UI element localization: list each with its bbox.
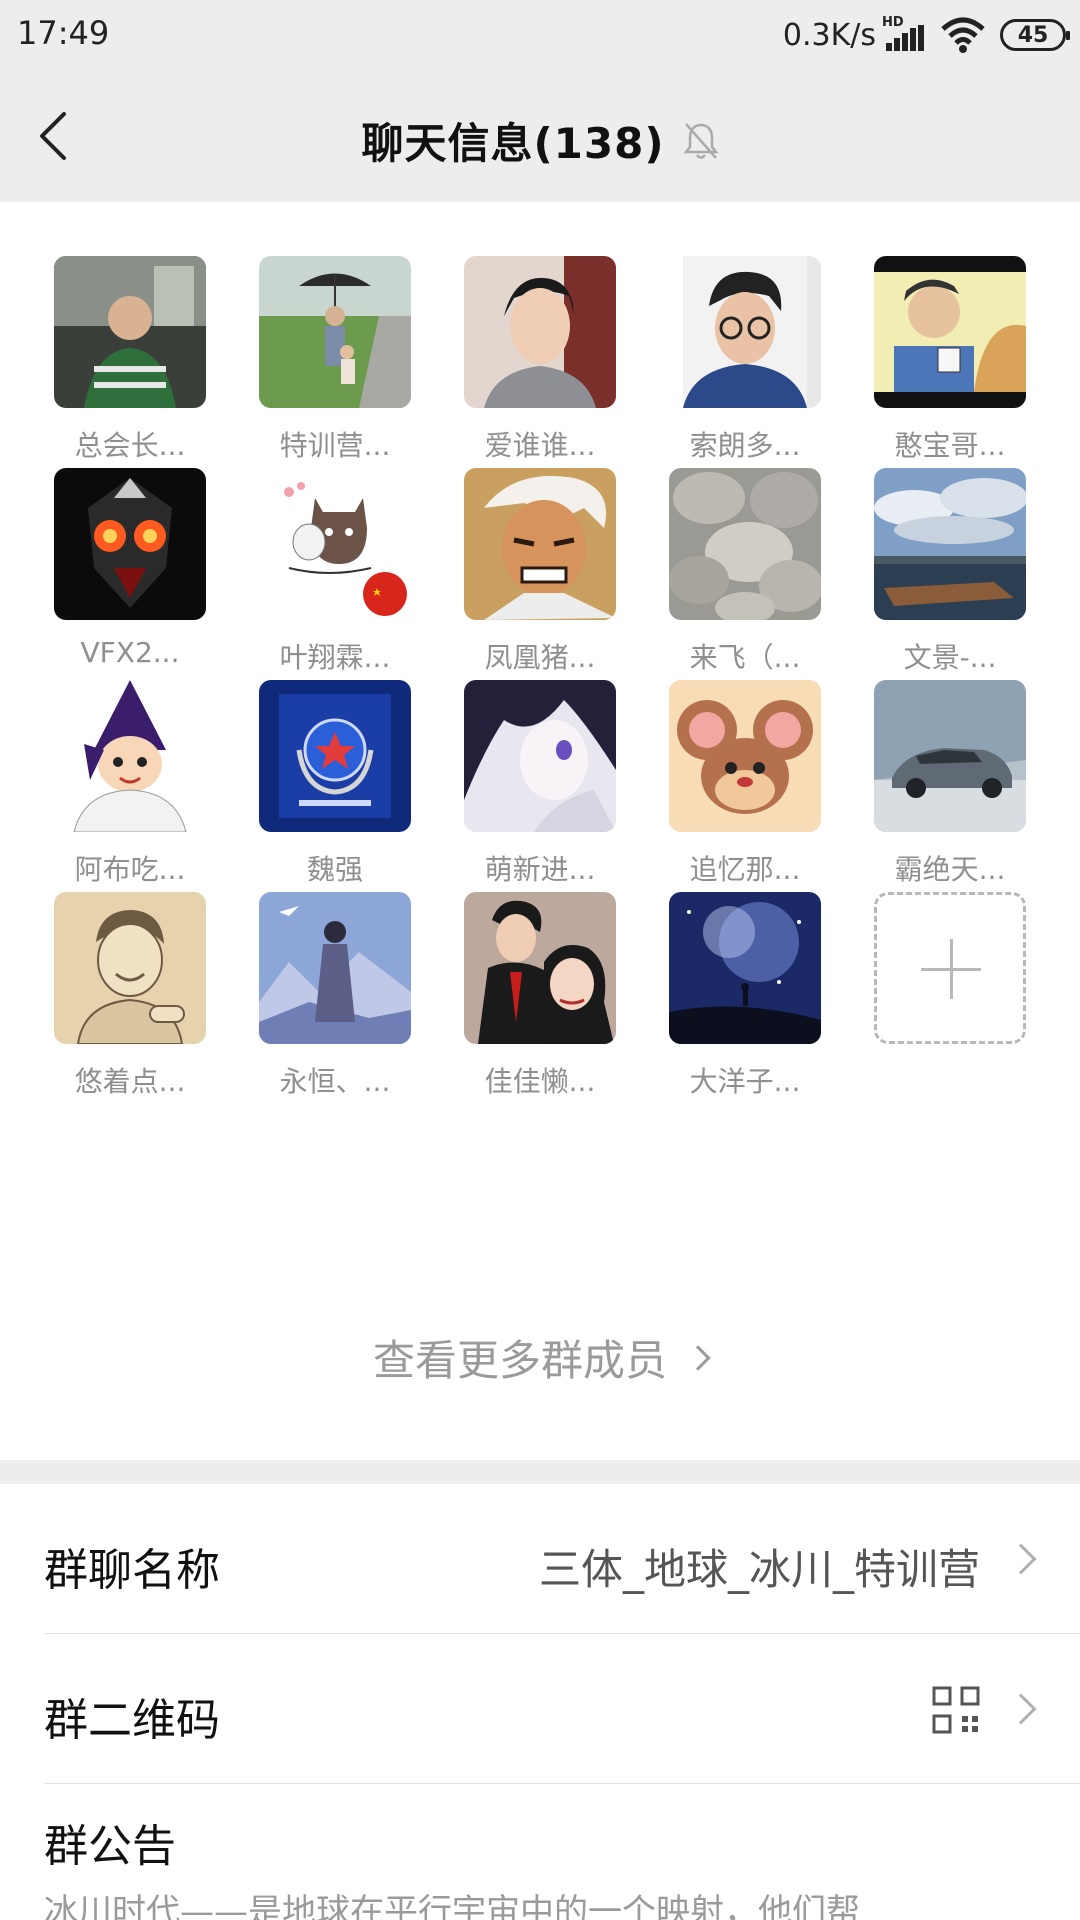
member-name: 爱谁谁... bbox=[484, 429, 596, 462]
member-item[interactable]: 大洋子... bbox=[669, 892, 821, 1100]
status-bar: 17:49 0.3K/s HD 45 bbox=[0, 0, 1080, 70]
member-item[interactable]: 永恒、... bbox=[259, 892, 411, 1100]
battery-icon: 45 bbox=[1000, 19, 1070, 51]
avatar bbox=[464, 468, 616, 620]
chevron-right-icon bbox=[1005, 1693, 1037, 1725]
avatar bbox=[259, 256, 411, 408]
member-name: 佳佳懒... bbox=[484, 1065, 596, 1098]
member-item[interactable]: 总会长... bbox=[54, 256, 206, 464]
member-name: 追忆那... bbox=[689, 853, 801, 886]
avatar bbox=[54, 256, 206, 408]
chevron-right-icon bbox=[685, 1344, 711, 1371]
member-name: 大洋子... bbox=[689, 1065, 801, 1098]
member-item[interactable]: 追忆那... bbox=[669, 680, 821, 888]
member-item[interactable]: 爱谁谁... bbox=[464, 256, 616, 464]
member-name: 憨宝哥... bbox=[894, 429, 1006, 462]
avatar bbox=[874, 256, 1026, 408]
chevron-right-icon bbox=[1005, 1543, 1037, 1575]
header: 聊天信息(138) bbox=[0, 70, 1080, 202]
member-item[interactable]: 悠着点... bbox=[54, 892, 206, 1100]
member-item[interactable]: 文景-... bbox=[874, 468, 1026, 676]
member-name: 特训营... bbox=[279, 429, 391, 462]
status-indicators: 0.3K/s HD 45 bbox=[782, 12, 1070, 58]
group-qr-row[interactable]: 群二维码 bbox=[0, 1634, 1080, 1784]
member-item[interactable]: 魏强 bbox=[259, 680, 411, 888]
group-name-value: 三体_地球_冰川_特训营 bbox=[538, 1545, 980, 1594]
group-notice-text: 冰川时代——是地球在平行宇宙中的一个映射，他们帮 bbox=[44, 1892, 860, 1920]
member-item[interactable]: 特训营... bbox=[259, 256, 411, 464]
member-item[interactable]: 憨宝哥... bbox=[874, 256, 1026, 464]
member-name: 总会长... bbox=[74, 429, 186, 462]
qr-code-icon bbox=[932, 1686, 980, 1734]
avatar bbox=[54, 892, 206, 1044]
avatar bbox=[669, 680, 821, 832]
member-name: 永恒、... bbox=[279, 1065, 391, 1098]
view-more-label: 查看更多群成员 bbox=[372, 1336, 667, 1385]
avatar bbox=[874, 468, 1026, 620]
member-name: 文景-... bbox=[903, 641, 997, 674]
member-name: VFX2... bbox=[80, 636, 180, 669]
view-more-members[interactable]: 查看更多群成员 bbox=[0, 1327, 1080, 1388]
group-name-label: 群聊名称 bbox=[44, 1545, 220, 1596]
member-name: 萌新进... bbox=[484, 853, 596, 886]
avatar bbox=[54, 468, 206, 620]
member-item[interactable]: 阿布吃... bbox=[54, 680, 206, 888]
member-item[interactable]: 佳佳懒... bbox=[464, 892, 616, 1100]
avatar bbox=[669, 892, 821, 1044]
member-grid-section: 总会长... 特训营... 爱谁谁... 索朗多... 憨宝哥... VFX2.… bbox=[0, 202, 1080, 1460]
wifi-icon bbox=[941, 17, 985, 53]
add-member-button[interactable] bbox=[874, 892, 1026, 1044]
avatar bbox=[259, 680, 411, 832]
avatar bbox=[874, 680, 1026, 832]
avatar bbox=[669, 256, 821, 408]
member-name: 索朗多... bbox=[689, 429, 801, 462]
group-name-row[interactable]: 群聊名称 三体_地球_冰川_特训营 bbox=[0, 1484, 1080, 1634]
battery-level: 45 bbox=[1017, 22, 1049, 48]
plus-icon bbox=[874, 892, 1026, 1044]
member-item[interactable]: VFX2... bbox=[54, 468, 206, 669]
group-qr-label: 群二维码 bbox=[44, 1695, 220, 1746]
avatar bbox=[669, 468, 821, 620]
member-name: 霸绝天... bbox=[894, 853, 1006, 886]
avatar bbox=[259, 468, 411, 620]
member-name: 叶翔霖... bbox=[279, 641, 391, 674]
member-name: 来飞（... bbox=[689, 641, 801, 674]
group-notice-label: 群公告 bbox=[44, 1821, 176, 1872]
avatar bbox=[464, 892, 616, 1044]
member-item[interactable]: 萌新进... bbox=[464, 680, 616, 888]
page-title: 聊天信息(138) bbox=[361, 119, 665, 168]
mute-bell-icon bbox=[682, 122, 719, 159]
member-item[interactable]: 叶翔霖... bbox=[259, 468, 411, 676]
group-notice-row[interactable]: 群公告 冰川时代——是地球在平行宇宙中的一个映射，他们帮 bbox=[0, 1784, 1080, 1920]
member-name: 魏强 bbox=[306, 853, 363, 886]
member-item[interactable]: 索朗多... bbox=[669, 256, 821, 464]
member-item[interactable]: 霸绝天... bbox=[874, 680, 1026, 888]
network-speed: 0.3K/s bbox=[782, 17, 876, 53]
avatar bbox=[259, 892, 411, 1044]
signal-icon: HD bbox=[882, 15, 926, 55]
member-item[interactable]: 凤凰猪... bbox=[464, 468, 616, 676]
section-divider bbox=[0, 1460, 1080, 1484]
member-name: 阿布吃... bbox=[74, 853, 186, 886]
member-name: 凤凰猪... bbox=[484, 641, 596, 674]
member-item[interactable]: 来飞（... bbox=[669, 468, 821, 676]
avatar bbox=[464, 256, 616, 408]
member-name: 悠着点... bbox=[74, 1065, 186, 1098]
status-time: 17:49 bbox=[17, 14, 110, 52]
avatar bbox=[54, 680, 206, 832]
avatar bbox=[464, 680, 616, 832]
